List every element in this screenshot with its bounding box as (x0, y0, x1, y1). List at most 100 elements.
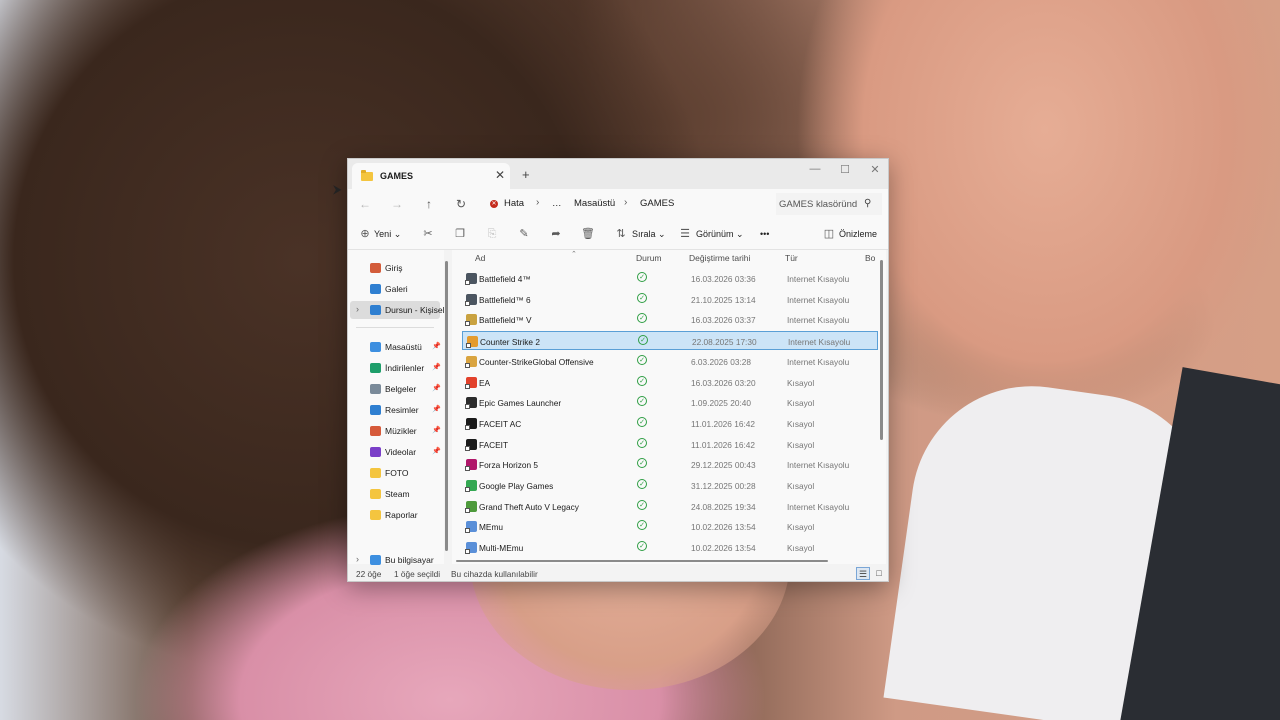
file-name: FACEIT AC (479, 418, 522, 429)
pin-icon: 📌 (432, 364, 441, 371)
shortcut-icon (465, 438, 477, 451)
error-icon: ✕ (490, 200, 498, 208)
file-row[interactable]: Epic Games Launcher ✓ 1.09.2025 20:40 Kısay… (462, 393, 878, 412)
details-view-icon[interactable]: ☰ (856, 567, 870, 580)
chevron-right-icon[interactable]: › (356, 554, 359, 564)
file-row[interactable]: Battlefield 4™ ✓ 16.03.2026 03:36 Internet … (462, 269, 878, 288)
shortcut-icon (465, 273, 477, 285)
view-icon: ☰ (680, 228, 690, 240)
new-tab-button[interactable]: + (522, 167, 530, 182)
shortcut-icon (466, 336, 478, 349)
maximize-button[interactable]: ☐ (830, 163, 860, 181)
sync-status-icon: ✓ (637, 375, 647, 386)
search-box[interactable]: GAMES klasöründ ⚲ (776, 193, 882, 215)
file-row[interactable]: FACEIT ✓ 11.01.2026 16:42 Kısayol (462, 435, 878, 454)
tiles-view-icon[interactable]: □ (872, 567, 886, 580)
sidebar-item[interactable]: Videolar 📌 (350, 443, 441, 461)
shortcut-icon (465, 521, 477, 534)
sidebar-scrollbar[interactable] (445, 261, 448, 551)
breadcrumb-games[interactable]: GAMES (640, 198, 674, 209)
new-icon: ⊕ (360, 228, 370, 240)
file-row[interactable]: MEmu ✓ 10.02.2026 13:54 Kısayol (462, 517, 878, 536)
close-window-button[interactable]: ✕ (860, 163, 888, 181)
sort-label: Sırala (632, 229, 656, 239)
column-header-name[interactable]: ⌃ Ad (475, 251, 577, 263)
file-list-horizontal-scrollbar[interactable] (456, 560, 828, 562)
sidebar-item[interactable]: FOTO (350, 464, 440, 482)
column-header-modified[interactable]: Değiştirme tarihi (689, 253, 750, 263)
file-name: Multi-MEmu (479, 543, 524, 554)
file-row[interactable]: Grand Theft Auto V Legacy ✓ 24.08.2025 19:… (462, 497, 878, 516)
share-icon[interactable]: ➦ (547, 225, 565, 243)
back-button[interactable]: ← (356, 195, 374, 213)
more-options-button[interactable]: ••• (760, 225, 769, 243)
minimize-button[interactable]: — (800, 163, 830, 181)
file-type: Internet Kısayolu (787, 501, 850, 512)
file-row[interactable]: EA ✓ 16.03.2026 03:20 Kısayol (462, 373, 878, 392)
file-modified-date: 29.12.2025 00:43 (691, 460, 756, 471)
copy-icon[interactable]: ❐ (451, 225, 469, 243)
breadcrumb-hata[interactable]: Hata (504, 198, 524, 209)
file-row[interactable]: Google Play Games ✓ 31.12.2025 00:28 Kısayo… (462, 476, 878, 495)
file-name: Counter-StrikeGlobal Offensive (479, 356, 594, 367)
sidebar-item[interactable]: Raporlar (350, 506, 440, 524)
breadcrumb-overflow[interactable]: … (552, 198, 562, 209)
file-modified-date: 24.08.2025 19:34 (691, 501, 756, 512)
file-name: Google Play Games (479, 481, 554, 491)
sidebar-item[interactable]: Resimler 📌 (350, 401, 441, 419)
file-row[interactable]: Battlefield™ V ✓ 16.03.2026 03:37 Internet … (462, 310, 878, 329)
sidebar-item[interactable]: Giriş (350, 259, 440, 277)
sync-status-icon: ✓ (637, 396, 647, 407)
file-row[interactable]: Multi-MEmu ✓ 10.02.2026 13:54 Kısayol (462, 538, 878, 557)
sidebar-item[interactable]: İndirilenler 📌 (350, 359, 441, 377)
file-row[interactable]: Counter-StrikeGlobal Offensive ✓ 6.03.2026… (462, 352, 878, 371)
sidebar-item[interactable]: › Dursun - Kişisel (350, 301, 445, 319)
file-row[interactable]: Forza Horizon 5 ✓ 29.12.2025 00:43 Internet… (462, 455, 878, 474)
shortcut-icon (465, 417, 477, 430)
forward-button[interactable]: → (388, 195, 406, 213)
sidebar-item[interactable]: Belgeler 📌 (350, 380, 441, 398)
file-row[interactable]: Counter Strike 2 ✓ 22.08.2025 17:30 Interne… (462, 331, 878, 351)
sync-status-icon: ✓ (637, 272, 647, 282)
chevron-right-icon[interactable]: › (356, 304, 359, 314)
file-modified-date: 10.02.2026 13:54 (691, 522, 756, 533)
file-type: Internet Kısayolu (787, 294, 850, 305)
file-list-vertical-scrollbar[interactable] (880, 260, 883, 440)
tab-title: GAMES (380, 171, 414, 181)
file-name: Epic Games Launcher (479, 398, 562, 409)
sidebar-item[interactable]: Müzikler 📌 (350, 422, 441, 440)
tab-close-button[interactable]: ✕ (495, 168, 505, 182)
sidebar-item[interactable]: Masaüstü 📌 (350, 338, 441, 356)
breadcrumb-masaustu[interactable]: Masaüstü (574, 198, 615, 209)
status-bar: 22 öğe 1 öğe seçildi Bu cihazda kullanıl… (348, 565, 888, 581)
search-icon[interactable]: ⚲ (864, 198, 871, 209)
file-modified-date: 31.12.2025 00:28 (691, 481, 756, 491)
address-bar[interactable]: ✕ Hata › … Masaüstü › GAMES (482, 193, 772, 215)
file-name: EA (479, 377, 491, 388)
tab-games[interactable]: GAMES ✕ (352, 163, 510, 189)
sidebar-item[interactable]: Galeri (350, 280, 440, 298)
file-type: Internet Kısayolu (788, 337, 851, 348)
column-header-status[interactable]: Durum (636, 253, 662, 263)
column-header-type[interactable]: Tür (785, 253, 798, 263)
view-button[interactable]: Görünüm ⌄ (696, 225, 744, 243)
chevron-right-icon: › (536, 197, 540, 208)
refresh-button[interactable]: ↻ (452, 195, 470, 213)
file-type: Internet Kısayolu (787, 356, 850, 367)
file-row[interactable]: FACEIT AC ✓ 11.01.2026 16:42 Kısayol (462, 414, 878, 433)
cut-icon[interactable]: ✂ (419, 225, 437, 243)
preview-button[interactable]: Önizleme (839, 225, 877, 243)
sidebar-item-label: Giriş (385, 263, 403, 273)
sidebar-item-label: Belgeler (385, 384, 417, 394)
file-row[interactable]: Battlefield™ 6 ✓ 21.10.2025 13:14 Internet … (462, 290, 878, 309)
column-header-size[interactable]: Bo (865, 253, 875, 263)
new-button[interactable]: Yeni ⌄ (374, 225, 401, 243)
rename-icon[interactable]: ✎ (515, 225, 533, 243)
sidebar-item-label: Masaüstü (385, 342, 422, 352)
delete-icon[interactable]: 🗑 (579, 225, 597, 243)
sidebar-item[interactable]: Steam (350, 485, 440, 503)
new-label: Yeni (374, 229, 392, 239)
up-button[interactable]: ↑ (420, 195, 438, 213)
paste-icon[interactable]: ⎘ (483, 225, 501, 243)
sort-button[interactable]: Sırala ⌄ (632, 225, 666, 243)
